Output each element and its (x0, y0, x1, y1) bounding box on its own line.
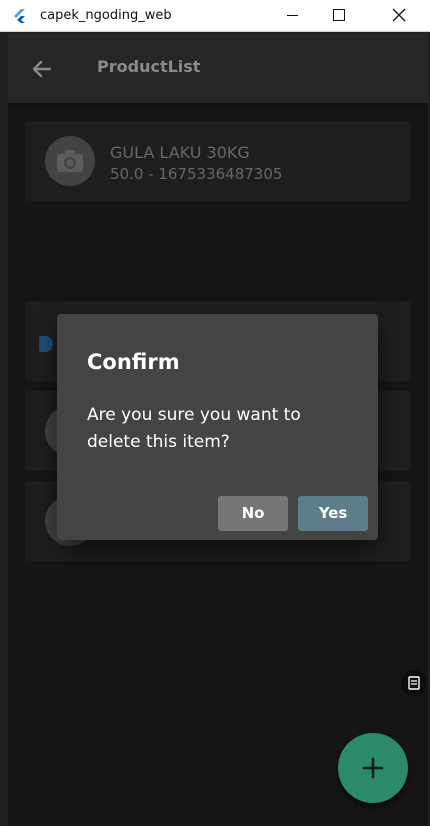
dialog-message: Are you sure you want to delete this ite… (87, 405, 301, 452)
side-panel-toggle[interactable] (401, 670, 427, 696)
window-title: capek_ngoding_web (40, 8, 172, 23)
app-body: ProductList GULA LAKU 30KG 50.0 - 167533… (8, 33, 428, 826)
dialog-title: Confirm (87, 350, 180, 374)
window-titlebar: capek_ngoding_web (0, 0, 430, 32)
add-button[interactable] (338, 733, 408, 803)
minimize-icon[interactable] (270, 0, 316, 32)
no-button[interactable]: No (218, 496, 288, 531)
flutter-icon (12, 8, 28, 24)
app-bar: ProductList (8, 33, 428, 103)
confirm-dialog: Confirm Are you sure you want to delete … (57, 314, 378, 540)
maximize-icon[interactable] (316, 0, 362, 32)
page-title: ProductList (97, 57, 201, 76)
close-icon[interactable] (376, 0, 422, 32)
yes-button[interactable]: Yes (298, 496, 368, 531)
arrow-left-icon[interactable] (28, 55, 56, 83)
